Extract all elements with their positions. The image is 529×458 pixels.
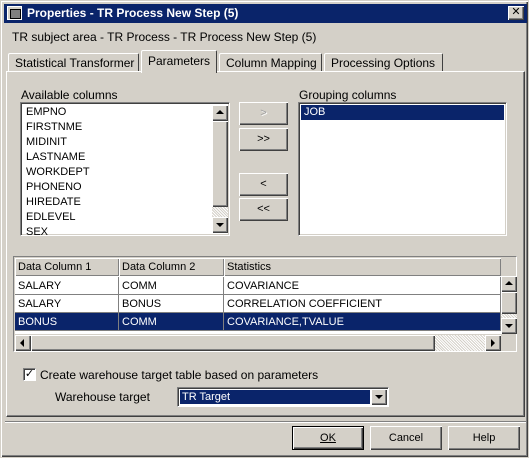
table-cell: COMM	[119, 277, 224, 295]
tab-label: Parameters	[148, 54, 211, 68]
warehouse-target-value: TR Target	[180, 390, 370, 404]
table-cell: BONUS	[15, 313, 119, 331]
scroll-down-icon[interactable]	[212, 217, 228, 233]
properties-dialog: Properties - TR Process New Step (5) ✕ T…	[0, 0, 529, 458]
check-icon: ✓	[24, 368, 35, 380]
list-item[interactable]: EDLEVEL	[23, 210, 211, 225]
scroll-thumb[interactable]	[31, 335, 435, 351]
column-header[interactable]: Data Column 1	[15, 258, 119, 276]
title-bar[interactable]: Properties - TR Process New Step (5) ✕	[4, 4, 527, 23]
list-item[interactable]: HIREDATE	[23, 195, 211, 210]
list-item[interactable]: PHONENO	[23, 180, 211, 195]
scroll-up-icon[interactable]	[501, 276, 517, 292]
scroll-thumb[interactable]	[501, 292, 517, 314]
scroll-thumb[interactable]	[212, 121, 228, 207]
help-button[interactable]: Help	[448, 426, 520, 450]
table-cell: COVARIANCE	[224, 277, 501, 295]
create-table-label: Create warehouse target table based on p…	[40, 368, 319, 382]
tab-parameters[interactable]: Parameters	[141, 50, 217, 73]
tab-processing-options[interactable]: Processing Options	[324, 53, 443, 72]
table-cell: SALARY	[15, 295, 119, 313]
window-icon	[7, 6, 22, 20]
list-item[interactable]: WORKDEPT	[23, 165, 211, 180]
list-item[interactable]: SEX	[23, 225, 211, 235]
grouping-columns-list[interactable]: JOB	[298, 102, 507, 236]
table-row[interactable]: SALARY BONUS CORRELATION COEFFICIENT	[15, 295, 501, 313]
table-cell: SALARY	[15, 277, 119, 295]
tab-column-mapping[interactable]: Column Mapping	[219, 53, 322, 72]
cancel-button[interactable]: Cancel	[370, 426, 442, 450]
create-table-checkbox[interactable]: ✓	[23, 368, 36, 381]
grid-vertical-scrollbar[interactable]	[501, 276, 517, 334]
scroll-up-icon[interactable]	[212, 105, 228, 121]
footer-separator	[5, 421, 526, 423]
tab-statistical-transformer[interactable]: Statistical Transformer	[8, 53, 139, 72]
window-title: Properties - TR Process New Step (5)	[27, 6, 239, 20]
list-item[interactable]: MIDINIT	[23, 135, 211, 150]
statistics-grid: Data Column 1 Data Column 2 Statistics S…	[13, 256, 517, 352]
grid-header: Data Column 1 Data Column 2 Statistics	[15, 258, 501, 276]
table-row[interactable]: SALARY COMM COVARIANCE	[15, 277, 501, 295]
column-header[interactable]: Statistics	[224, 258, 501, 276]
warehouse-target-label: Warehouse target	[55, 390, 150, 404]
warehouse-target-select[interactable]: TR Target	[177, 387, 389, 407]
column-header[interactable]: Data Column 2	[119, 258, 224, 276]
table-cell: COMM	[119, 313, 224, 331]
grouping-columns-label: Grouping columns	[299, 88, 397, 102]
add-button[interactable]: >	[239, 102, 288, 125]
remove-button[interactable]: <	[239, 173, 288, 196]
list-item[interactable]: EMPNO	[23, 105, 211, 120]
close-icon: ✕	[511, 6, 521, 18]
add-all-button[interactable]: >>	[239, 128, 288, 151]
subject-area-label: TR subject area - TR Process - TR Proces…	[12, 30, 317, 44]
close-button[interactable]: ✕	[508, 6, 524, 20]
chevron-down-icon[interactable]	[371, 389, 387, 405]
scroll-right-icon[interactable]	[485, 335, 501, 351]
tab-label: Column Mapping	[226, 56, 317, 70]
table-cell: CORRELATION COEFFICIENT	[224, 295, 501, 313]
tab-label: Processing Options	[331, 56, 436, 70]
available-columns-scrollbar[interactable]	[212, 105, 228, 233]
list-item[interactable]: FIRSTNME	[23, 120, 211, 135]
tab-label: Statistical Transformer	[15, 56, 135, 70]
scroll-down-icon[interactable]	[501, 318, 517, 334]
table-cell: BONUS	[119, 295, 224, 313]
grid-horizontal-scrollbar[interactable]	[15, 335, 501, 351]
scroll-left-icon[interactable]	[15, 335, 31, 351]
list-item[interactable]: JOB	[301, 105, 504, 120]
table-cell: COVARIANCE,TVALUE	[224, 313, 501, 331]
table-row[interactable]: BONUS COMM COVARIANCE,TVALUE	[15, 313, 501, 331]
grid-body: Data Column 1 Data Column 2 Statistics S…	[15, 258, 501, 334]
available-columns-list[interactable]: EMPNO FIRSTNME MIDINIT LASTNAME WORKDEPT…	[20, 102, 230, 236]
ok-button[interactable]: OK	[292, 426, 364, 450]
available-columns-label: Available columns	[21, 88, 118, 102]
remove-all-button[interactable]: <<	[239, 198, 288, 221]
list-item[interactable]: LASTNAME	[23, 150, 211, 165]
